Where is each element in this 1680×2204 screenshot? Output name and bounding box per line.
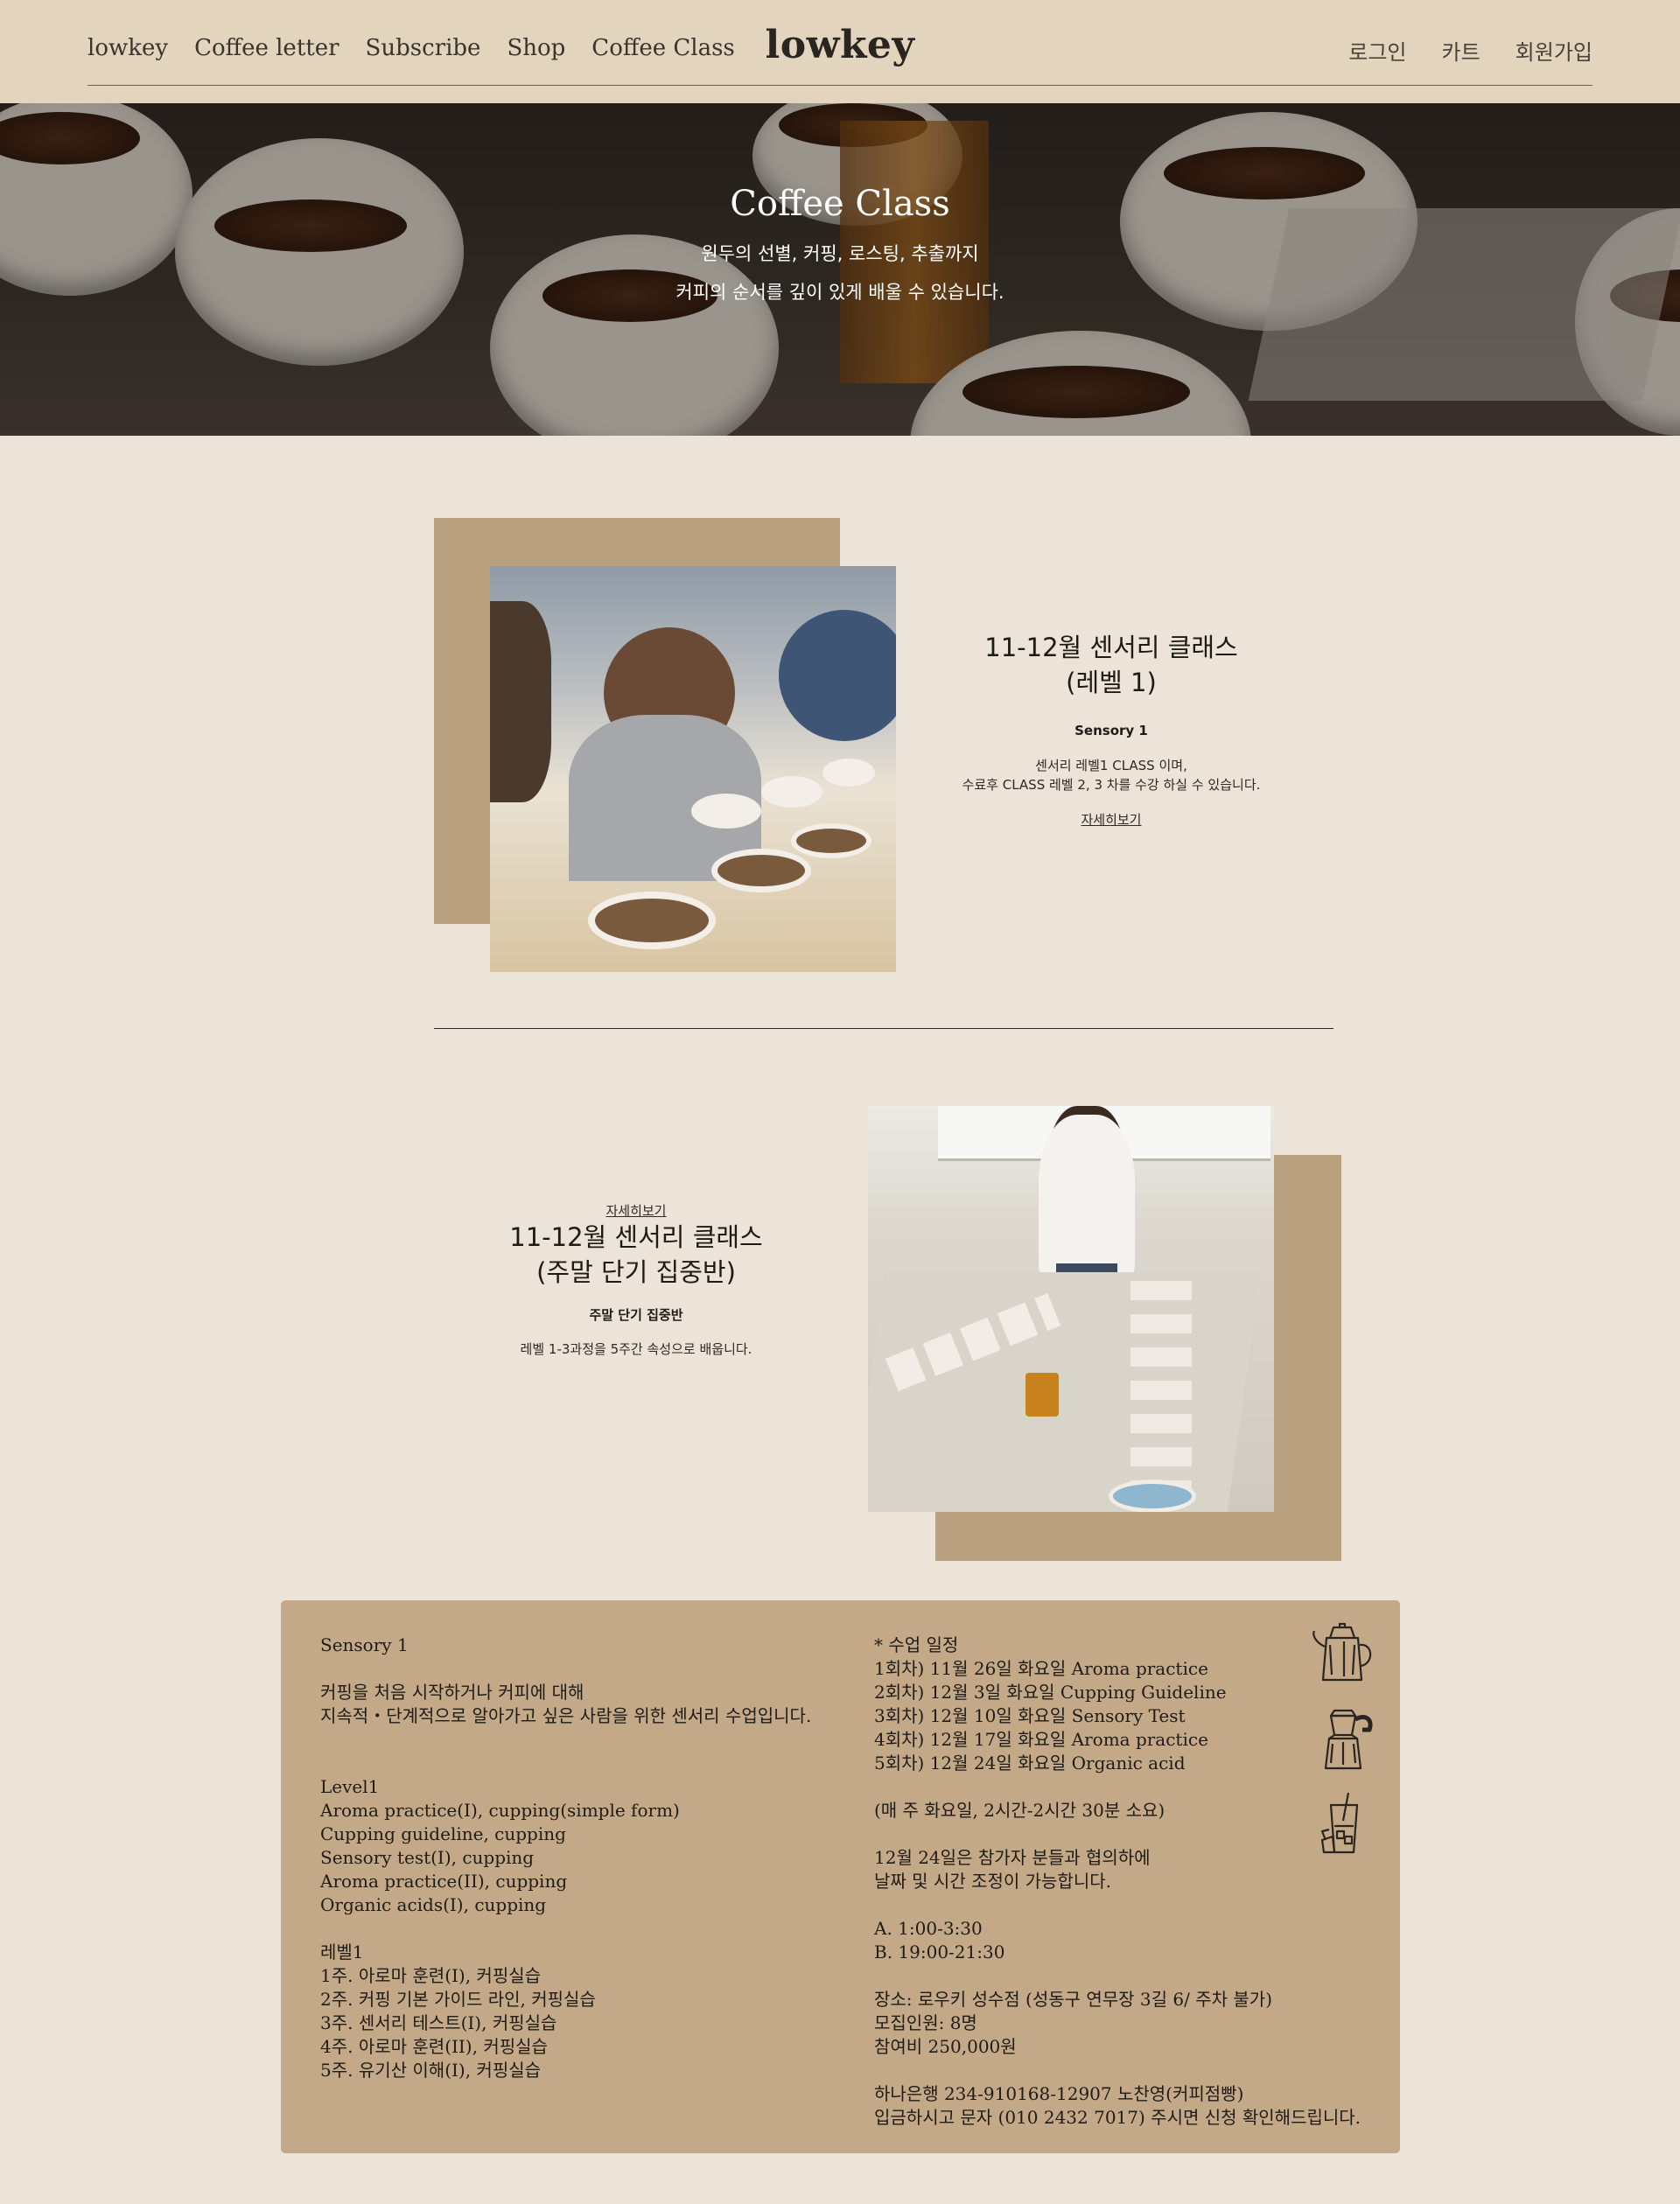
level-ko-item: 3주. 센서리 테스트(I), 커핑실습 <box>320 2012 557 2033</box>
weekly-note: (매 주 화요일, 2시간-2시간 30분 소요) <box>874 1800 1166 1821</box>
schedule-item: 1회차) 11월 26일 화요일 Aroma practice <box>874 1658 1208 1679</box>
bean-dish <box>595 899 709 942</box>
person-left <box>490 601 551 802</box>
cupping-bowl <box>691 794 761 829</box>
nav-signup[interactable]: 회원가입 <box>1516 35 1592 66</box>
payment-instruction: 입금하시고 문자 (010 2432 7017) 주시면 신청 확인해드립니다. <box>874 2107 1362 2128</box>
level-ko-item: 5주. 유기산 이해(I), 커핑실습 <box>320 2060 542 2081</box>
level-en-title: Level1 <box>320 1776 380 1797</box>
cupping-table <box>868 1272 1262 1512</box>
amber-glass <box>1026 1373 1059 1417</box>
person-right <box>779 610 896 741</box>
class2-subtitle: 주말 단기 집중반 <box>589 1307 683 1323</box>
account-nav: 로그인 카트 회원가입 <box>1348 35 1592 66</box>
class2-title-2: (주말 단기 집중반) <box>536 1257 736 1287</box>
schedule-item: 3회차) 12월 10일 화요일 Sensory Test <box>874 1705 1186 1726</box>
detail-left-column: Sensory 1 커핑을 처음 시작하거나 커피에 대해 지속적・단계적으로 … <box>320 1634 811 2082</box>
blue-dish <box>1113 1484 1192 1508</box>
class2-photo[interactable] <box>868 1106 1274 1512</box>
level-en-item: Sensory test(I), cupping <box>320 1847 535 1868</box>
level-ko-item: 1주. 아로마 훈련(I), 커핑실습 <box>320 1965 542 1986</box>
detail-intro-2: 지속적・단계적으로 알아가고 싶은 사람을 위한 센서리 수업입니다. <box>320 1705 812 1726</box>
bean-dish <box>718 855 805 886</box>
class-detail-panel: Sensory 1 커핑을 처음 시작하거나 커피에 대해 지속적・단계적으로 … <box>281 1600 1400 2153</box>
bank-account: 하나은행 234-910168-12907 노찬영(커피점빵) <box>874 2083 1244 2104</box>
schedule-title: * 수업 일정 <box>874 1634 959 1655</box>
hero-title: Coffee Class <box>730 184 950 224</box>
schedule-item: 5회차) 12월 24일 화요일 Organic acid <box>874 1753 1186 1774</box>
bean-dish <box>796 829 866 853</box>
class2-title-1: 11-12월 센서리 클래스 <box>509 1222 763 1252</box>
moka-pot-icon <box>1324 1709 1373 1770</box>
adjust-note-1: 12월 24일은 참가자 분들과 협의하에 <box>874 1847 1151 1868</box>
kettle-icon <box>1312 1622 1372 1682</box>
class1-desc-1: 센서리 레벨1 CLASS 이며, <box>1035 758 1187 773</box>
time-option-a: A. 1:00-3:30 <box>874 1918 983 1939</box>
class1-more-link[interactable]: 자세히보기 <box>1081 812 1141 828</box>
header-divider <box>88 85 1592 86</box>
level-ko-title: 레벨1 <box>320 1942 364 1963</box>
site-header: lowkey Coffee letter Subscribe Shop Coff… <box>0 0 1680 103</box>
cup-row-right <box>1130 1281 1192 1500</box>
hero-banner: Coffee Class 원두의 선별, 커핑, 로스팅, 추출까지 커피의 순… <box>0 103 1680 436</box>
class2-desc: 레벨 1-3과정을 5주간 속성으로 배웁니다. <box>520 1341 752 1357</box>
class1-info: 11-12월 센서리 클래스 (레벨 1) Sensory 1 센서리 레벨1 … <box>910 630 1312 829</box>
class1-subtitle: Sensory 1 <box>1074 723 1148 738</box>
cupping-bowl <box>761 776 822 808</box>
schedule-item: 2회차) 12월 3일 화요일 Cupping Guideline <box>874 1682 1227 1703</box>
detail-heading: Sensory 1 <box>320 1634 409 1655</box>
iced-coffee-icon <box>1320 1792 1359 1854</box>
detail-right-column: * 수업 일정 1회차) 11월 26일 화요일 Aroma practice … <box>874 1634 1361 2130</box>
level-ko-item: 2주. 커핑 기본 가이드 라인, 커핑실습 <box>320 1989 596 2010</box>
hero-subtitle-2: 커피의 순서를 깊이 있게 배울 수 있습니다. <box>676 282 1004 303</box>
level-en-item: Organic acids(I), cupping <box>320 1894 547 1915</box>
level-en-item: Aroma practice(I), cupping(simple form) <box>320 1800 680 1821</box>
adjust-note-2: 날짜 및 시간 조정이 가능합니다. <box>874 1871 1111 1892</box>
class2-info: 자세히보기 11-12월 센서리 클래스 (주말 단기 집중반) 주말 단기 집… <box>435 1201 837 1359</box>
class1-photo[interactable] <box>490 566 896 972</box>
hero-subtitle-1: 원두의 선별, 커핑, 로스팅, 추출까지 <box>701 243 979 264</box>
cupping-bowl <box>822 759 875 787</box>
class1-title-1: 11-12월 센서리 클래스 <box>984 633 1238 662</box>
section-divider <box>434 1028 1334 1029</box>
level-ko-item: 4주. 아로마 훈련(II), 커핑실습 <box>320 2036 548 2057</box>
location: 장소: 로우키 성수점 (성동구 연무장 3길 6/ 주차 불가) <box>874 1989 1272 2010</box>
class1-desc-2: 수료후 CLASS 레벨 2, 3 차를 수강 하실 수 있습니다. <box>962 777 1261 793</box>
capacity: 모집인원: 8명 <box>874 2012 977 2033</box>
detail-intro-1: 커핑을 처음 시작하거나 커피에 대해 <box>320 1682 584 1703</box>
class2-more-wrap: 자세히보기 <box>435 1201 837 1220</box>
time-option-b: B. 19:00-21:30 <box>874 1942 1005 1963</box>
person-standing <box>1039 1115 1135 1281</box>
hero-overlay <box>0 103 1680 436</box>
schedule-item: 4회차) 12월 17일 화요일 Aroma practice <box>874 1729 1208 1750</box>
class1-more-wrap: 자세히보기 <box>910 810 1312 829</box>
class1-title-2: (레벨 1) <box>1066 668 1157 697</box>
class2-more-link[interactable]: 자세히보기 <box>606 1203 666 1219</box>
fee: 참여비 250,000원 <box>874 2036 1017 2057</box>
nav-cart[interactable]: 카트 <box>1442 35 1480 66</box>
level-en-item: Aroma practice(II), cupping <box>320 1871 568 1892</box>
level-en-item: Cupping guideline, cupping <box>320 1823 566 1844</box>
nav-login[interactable]: 로그인 <box>1348 35 1406 66</box>
